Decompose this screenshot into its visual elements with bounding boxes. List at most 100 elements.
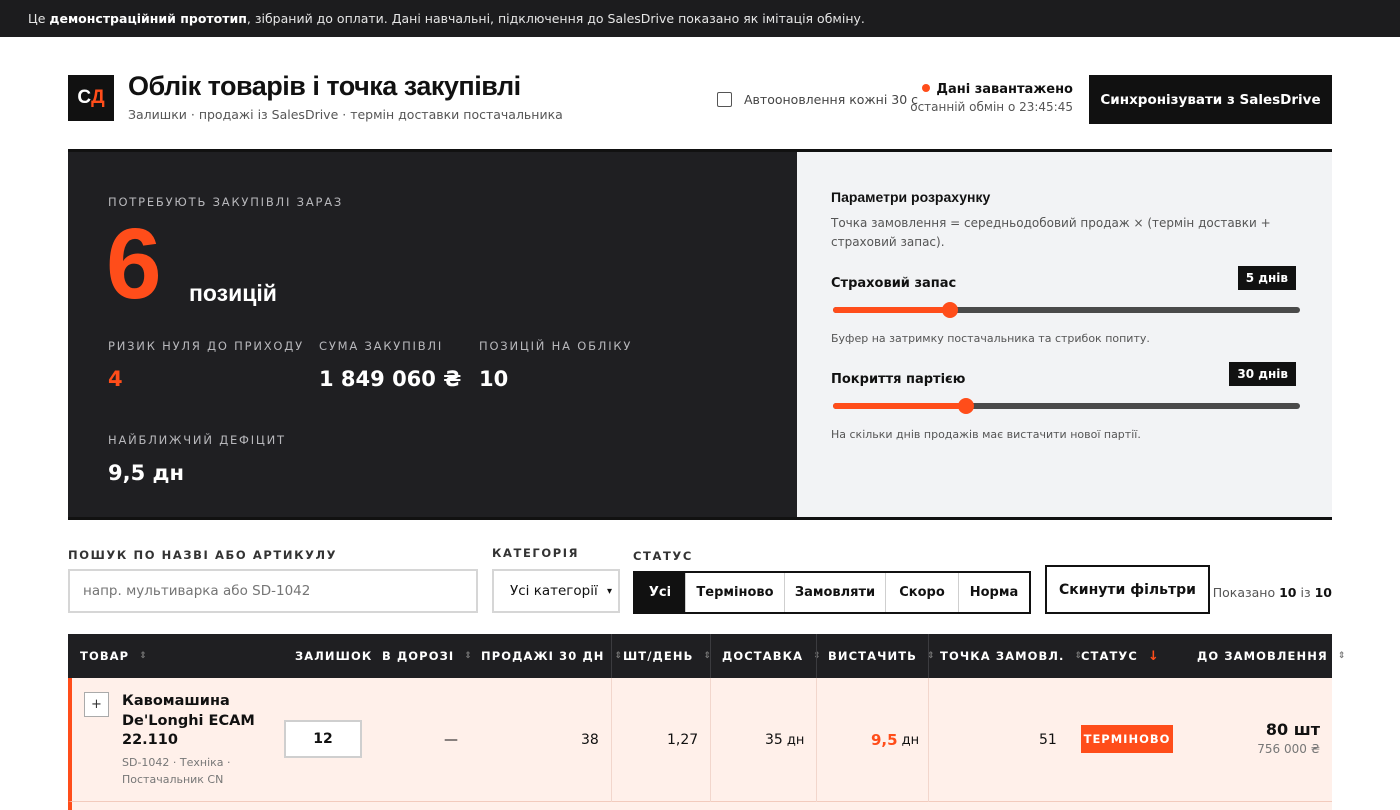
column-divider [710, 678, 711, 802]
category-select[interactable]: Усі категорії ▾ [492, 569, 620, 613]
shown-count: Показано 10 із 10 [1212, 585, 1332, 600]
col-product[interactable]: ТОВАР ⇕ [80, 634, 147, 678]
col-sales30[interactable]: ПРОДАЖІ 30 ДН ⇕ [481, 634, 622, 678]
transit-value: — [444, 732, 458, 748]
autorefresh-label: Автооновлення кожні 30 с [744, 92, 919, 107]
status-filter-normal[interactable]: Норма [958, 573, 1029, 612]
safety-stock-note: Буфер на затримку постачальника та стриб… [831, 332, 1150, 345]
summary-metrics: ПОТРЕБУЮТЬ ЗАКУПІВЛІ ЗАРАЗ 6 позицій РИЗ… [68, 152, 797, 517]
perday-value: 1,27 [667, 732, 699, 748]
metric-count: ПОЗИЦІЙ НА ОБЛІКУ 10 [479, 339, 632, 391]
category-label: КАТЕГОРІЯ [492, 546, 580, 560]
metric-deficit-value: 9,5 дн [108, 461, 184, 485]
sync-status: Дані завантажено останній обмін о 23:45:… [910, 82, 1073, 114]
column-divider [611, 678, 612, 802]
page-title: Облік товарів і точка закупівлі [128, 71, 521, 101]
batch-coverage-badge: 30 днів [1229, 362, 1296, 386]
order-qty: 80 шт [1265, 720, 1320, 739]
status-filter-label: СТАТУС [633, 549, 693, 563]
params-panel: Параметри розрахунку Точка замовлення = … [797, 152, 1332, 517]
metric-deficit: НАЙБЛИЖЧИЙ ДЕФІЦИТ 9,5 дн [108, 433, 286, 485]
batch-coverage-fill [833, 403, 967, 409]
sort-icon: ⇕ [614, 651, 623, 661]
column-divider [928, 678, 929, 802]
metric-deficit-label: НАЙБЛИЖЧИЙ ДЕФІЦИТ [108, 433, 286, 447]
safety-stock-label: Страховий запас [831, 276, 957, 291]
reset-filters-button[interactable]: Скинути фільтри [1045, 565, 1210, 614]
params-title: Параметри розрахунку [831, 189, 991, 205]
safety-stock-handle[interactable] [941, 302, 958, 318]
params-formula: Точка замовлення = середньодобовий прода… [831, 216, 1271, 249]
sort-icon: ⇕ [464, 651, 472, 661]
demo-banner: Це демонстраційний прототип, зібраний до… [0, 0, 1400, 37]
table-row[interactable] [68, 802, 1332, 810]
status-filter-all[interactable]: Усі [635, 573, 685, 612]
column-divider [816, 678, 817, 802]
table-header: ТОВАР ⇕ ЗАЛИШОК В ДОРОЗІ ⇕ ПРОДАЖІ 30 ДН ⇕ … [68, 634, 1345, 678]
batch-coverage-label: Покриття партією [831, 372, 966, 387]
col-delivery[interactable]: ДОСТАВКА⇕ [722, 634, 821, 678]
metric-sum: СУМА ЗАКУПІВЛІ 1 849 060 ₴ [319, 339, 461, 391]
batch-coverage-param: Покриття партією 30 днів На скільки днів… [831, 362, 1300, 441]
column-divider [928, 634, 929, 678]
need-unit: позицій [189, 280, 277, 306]
safety-stock-badge: 5 днів [1237, 266, 1296, 290]
page-subtitle: Залишки · продажі із SalesDrive · термін… [128, 107, 563, 122]
sort-icon: ⇕ [139, 651, 147, 661]
status-title: Дані завантажено [936, 82, 1073, 97]
cover-value: 9,5 дн [871, 731, 920, 749]
status-time: останній обмін о 23:45:45 [910, 100, 1073, 114]
order-amount: 80 шт 756 000 ₴ [1257, 720, 1320, 756]
need-label: ПОТРЕБУЮТЬ ЗАКУПІВЛІ ЗАРАЗ [108, 195, 344, 209]
batch-coverage-handle[interactable] [958, 398, 975, 414]
col-reorder-point[interactable]: ТОЧКА ЗАМОВЛ. ⇕ [940, 634, 1082, 678]
delivery-value: 35 дн [765, 732, 805, 748]
metric-sum-label: СУМА ЗАКУПІВЛІ [319, 339, 444, 353]
metric-count-value: 10 [479, 367, 509, 391]
app-header: СД Облік товарів і точка закупівлі Залиш… [68, 71, 1332, 124]
col-transit[interactable]: В ДОРОЗІ ⇕ [382, 634, 472, 678]
reorder-point-value: 51 [1039, 732, 1057, 748]
metric-count-label: ПОЗИЦІЙ НА ОБЛІКУ [479, 339, 633, 353]
col-cover[interactable]: ВИСТАЧИТЬ ⇕ [828, 634, 935, 678]
sync-button[interactable]: Синхронізувати з SalesDrive [1089, 75, 1332, 124]
safety-stock-param: Страховий запас 5 днів Буфер на затримку… [831, 266, 1300, 345]
status-dot-icon [922, 84, 931, 92]
product-meta: SD-1042 · Техніка · Постачальник CN [122, 756, 231, 786]
need-value: 6 [106, 208, 162, 320]
status-filter-urgent[interactable]: Терміново [685, 573, 784, 612]
autorefresh-toggle[interactable]: Автооновлення кожні 30 с [717, 92, 918, 107]
batch-coverage-note: На скільки днів продажів має вистачити н… [831, 428, 1141, 441]
table-row[interactable]: + Кавомашина De'Longhi ECAM 22.110 SD-10… [68, 678, 1332, 802]
expand-row-button[interactable]: + [84, 692, 109, 717]
metric-risk-label: РИЗИК НУЛЯ ДО ПРИХОДУ [108, 339, 304, 353]
status-filter-soon[interactable]: Скоро [885, 573, 958, 612]
sales30-value: 38 [581, 732, 599, 748]
app-logo: СД [68, 75, 114, 121]
safety-stock-fill [833, 307, 950, 313]
metric-sum-value: 1 849 060 ₴ [319, 367, 462, 391]
safety-stock-slider[interactable] [833, 302, 1300, 318]
chevron-down-icon: ▾ [606, 586, 612, 597]
stock-input[interactable]: 12 [284, 720, 362, 758]
search-input[interactable] [68, 569, 478, 613]
search-label: ПОШУК ПО НАЗВІ АБО АРТИКУЛУ [68, 548, 338, 562]
col-to-order[interactable]: ДО ЗАМОВЛЕННЯ ⇕ [1197, 634, 1345, 678]
product-name: Кавомашина De'Longhi ECAM 22.110 [122, 693, 255, 748]
column-divider [710, 634, 711, 678]
sort-icon: ⇕ [1337, 651, 1346, 661]
summary-panel: ПОТРЕБУЮТЬ ЗАКУПІВЛІ ЗАРАЗ 6 позицій РИЗ… [68, 149, 1332, 520]
banner-emphasis: демонстраційний прототип [49, 11, 247, 26]
status-badge: ТЕРМІНОВО [1081, 725, 1173, 753]
category-value: Усі категорії [510, 583, 598, 599]
col-status[interactable]: СТАТУС ↓ [1081, 634, 1159, 678]
autorefresh-checkbox[interactable] [717, 92, 732, 107]
batch-coverage-slider[interactable] [833, 398, 1300, 414]
status-filter-order[interactable]: Замовляти [784, 573, 885, 612]
metric-risk-value: 4 [108, 367, 123, 391]
sort-desc-icon: ↓ [1147, 648, 1159, 664]
column-divider [611, 634, 612, 678]
order-sum: 756 000 ₴ [1257, 742, 1320, 756]
status-filter: Усі Терміново Замовляти Скоро Норма [633, 571, 1031, 614]
col-perday[interactable]: ШТ/ДЕНЬ ⇕ [623, 634, 711, 678]
